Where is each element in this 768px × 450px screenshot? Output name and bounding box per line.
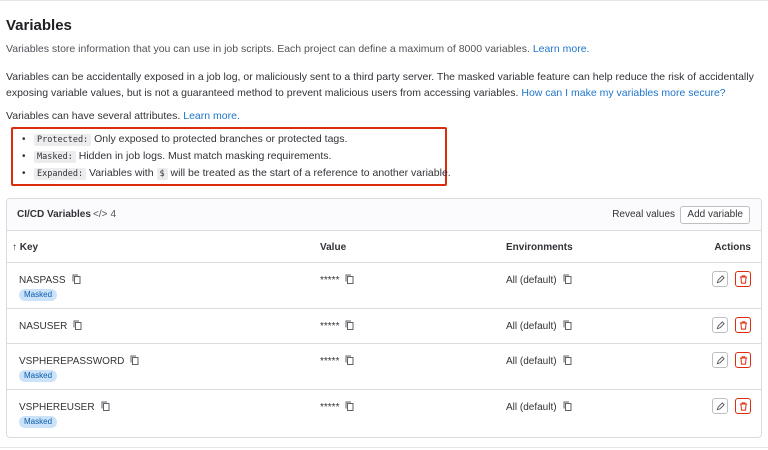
copy-icon[interactable] <box>101 401 110 411</box>
card-title: CI/CD Variables <box>17 209 91 220</box>
card-header: CI/CD Variables </> 4 Reveal values Add v… <box>7 199 761 231</box>
delete-button[interactable] <box>735 317 751 333</box>
value-column-header: Value <box>320 242 347 253</box>
edit-button[interactable] <box>712 271 729 287</box>
attributes-list: Protected: Only exposed to protected bra… <box>22 131 451 182</box>
copy-icon[interactable] <box>563 320 572 330</box>
copy-icon[interactable] <box>73 320 82 330</box>
table-header: ↑ Key Value Environments Actions <box>7 231 761 263</box>
top-divider <box>0 0 768 1</box>
actions-column-header: Actions <box>714 242 751 253</box>
variable-count: </> 4 <box>93 209 117 220</box>
copy-icon[interactable] <box>345 401 354 411</box>
trash-icon <box>739 275 748 284</box>
variable-value: ***** <box>320 402 340 413</box>
copy-icon[interactable] <box>345 320 354 330</box>
masked-badge: Masked <box>19 289 58 301</box>
security-warning: Variables can be accidentally exposed in… <box>6 71 754 99</box>
copy-icon[interactable] <box>563 401 572 411</box>
copy-icon[interactable] <box>130 355 139 365</box>
delete-button[interactable] <box>735 352 751 368</box>
attributes-learn-more-link[interactable]: Learn more. <box>183 110 240 122</box>
pencil-icon <box>716 275 725 284</box>
trash-icon <box>739 402 748 411</box>
trash-icon <box>739 321 748 330</box>
variable-key: NASPASS <box>19 275 66 286</box>
edit-button[interactable] <box>712 398 729 414</box>
reveal-values-button[interactable]: Reveal values <box>612 209 675 220</box>
environments-column-header: Environments <box>506 242 573 253</box>
variable-key: VSPHEREPASSWORD <box>19 356 125 367</box>
edit-button[interactable] <box>712 317 729 333</box>
copy-icon[interactable] <box>345 274 354 284</box>
copy-icon[interactable] <box>563 274 572 284</box>
cicd-variables-card: CI/CD Variables </> 4 Reveal values Add v… <box>6 198 762 438</box>
add-variable-button[interactable]: Add variable <box>680 206 750 224</box>
table-row: VSPHEREPASSWORD Masked ***** All (defaul… <box>7 344 761 390</box>
variable-value: ***** <box>320 275 340 286</box>
copy-icon[interactable] <box>563 355 572 365</box>
variable-key: NASUSER <box>19 321 68 332</box>
attribute-protected: Protected: Only exposed to protected bra… <box>22 131 451 148</box>
learn-more-link[interactable]: Learn more. <box>533 43 590 55</box>
trash-icon <box>739 356 748 365</box>
delete-button[interactable] <box>735 398 751 414</box>
page-description: Variables store information that you can… <box>6 43 590 55</box>
variable-environment: All (default) <box>506 275 557 286</box>
attribute-expanded: Expanded: Variables with $ will be treat… <box>22 165 451 182</box>
attributes-intro: Variables can have several attributes. L… <box>6 110 240 122</box>
copy-icon[interactable] <box>72 274 81 284</box>
secure-variables-link[interactable]: How can I make my variables more secure? <box>521 87 725 99</box>
delete-button[interactable] <box>735 271 751 287</box>
edit-button[interactable] <box>712 352 729 368</box>
copy-icon[interactable] <box>345 355 354 365</box>
table-row: NASPASS Masked ***** All (default) <box>7 263 761 309</box>
pencil-icon <box>716 321 725 330</box>
pencil-icon <box>716 356 725 365</box>
bottom-divider <box>0 447 768 448</box>
variable-value: ***** <box>320 321 340 332</box>
variable-key: VSPHEREUSER <box>19 402 95 413</box>
code-icon: </> <box>93 209 108 220</box>
variable-value: ***** <box>320 356 340 367</box>
masked-badge: Masked <box>19 370 58 382</box>
pencil-icon <box>716 402 725 411</box>
table-row: VSPHEREUSER Masked ***** All (default) <box>7 390 761 436</box>
variable-environment: All (default) <box>506 356 557 367</box>
table-row: NASUSER ***** All (default) <box>7 309 761 344</box>
masked-badge: Masked <box>19 416 58 428</box>
attribute-masked: Masked: Hidden in job logs. Must match m… <box>22 148 451 165</box>
page-title: Variables <box>6 17 72 34</box>
variable-environment: All (default) <box>506 321 557 332</box>
variable-environment: All (default) <box>506 402 557 413</box>
key-column-header[interactable]: ↑ Key <box>12 242 38 253</box>
